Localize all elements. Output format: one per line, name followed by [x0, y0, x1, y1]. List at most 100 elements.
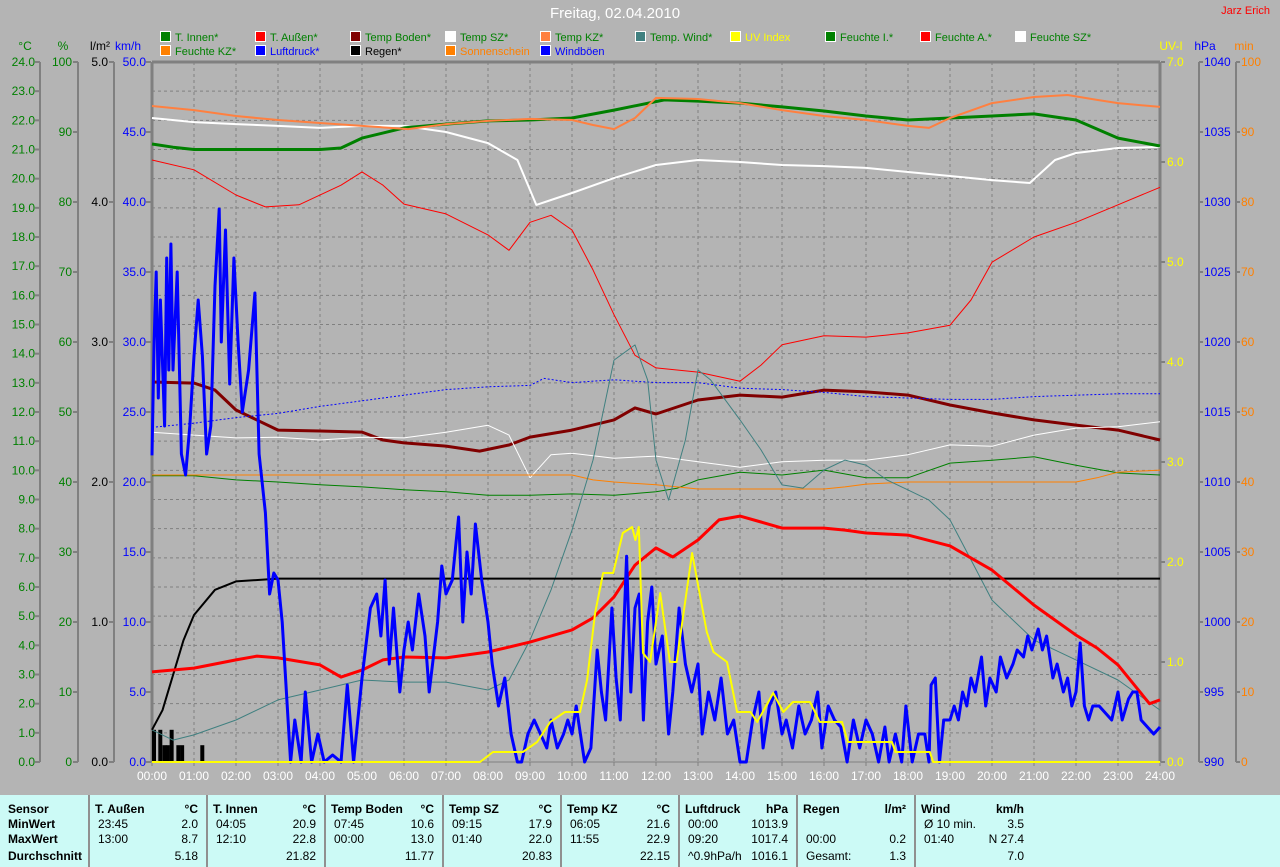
axis-tick-label: 23.0	[12, 84, 36, 98]
axis-tick-label: 50	[1241, 405, 1255, 419]
column-unit: °C	[538, 802, 552, 816]
stat-value: 22.9	[646, 832, 670, 846]
axis-tick-label: 8.0	[18, 522, 35, 536]
stat-time: 00:00	[688, 817, 719, 831]
legend-item: Windböen	[540, 45, 605, 58]
axis-tick-label: 1.0	[18, 726, 35, 740]
column-divider	[442, 795, 444, 867]
series-line-luftdruck	[151, 377, 1160, 428]
legend-swatch-icon	[920, 31, 931, 42]
stat-time: 13:00	[98, 832, 129, 846]
x-axis-tick-label: 00:00	[137, 769, 167, 783]
column-header: Regen	[803, 802, 840, 816]
legend-label: Temp SZ*	[460, 32, 509, 44]
stat-time: 12:10	[216, 832, 247, 846]
legend-item: Sonnenschein	[445, 45, 530, 58]
x-axis-tick-label: 01:00	[179, 769, 209, 783]
axis-tick-label: 2.0	[1167, 555, 1184, 569]
legend-label: T. Innen*	[175, 32, 219, 44]
stat-value: 5.18	[174, 849, 198, 863]
axis-tick-label: 1030	[1204, 195, 1231, 209]
column-divider	[560, 795, 562, 867]
axis-tick-label: 14.0	[12, 347, 36, 361]
stat-value: 8.7	[181, 832, 198, 846]
axis-tick-label: 10	[1241, 685, 1255, 699]
author-label: Jarz Erich	[1221, 5, 1270, 17]
axis-tick-label: 1020	[1204, 335, 1231, 349]
legend-item: Temp. Wind*	[635, 31, 712, 44]
legend-item: Luftdruck*	[255, 45, 320, 58]
sensor-header: Sensor	[8, 802, 49, 816]
axis-tick-label: 0	[1241, 755, 1248, 769]
x-axis-tick-label: 11:00	[599, 769, 628, 783]
axis-tick-label: 0.0	[18, 755, 35, 769]
legend-swatch-icon	[635, 31, 646, 42]
axis-unit-press: hPa	[1194, 39, 1216, 53]
stat-time: 04:05	[216, 817, 247, 831]
axis-tick-label: 50.0	[123, 55, 147, 69]
legend-label: Temp. Wind*	[650, 32, 713, 44]
x-axis-tick-label: 17:00	[851, 769, 881, 783]
legend-swatch-icon	[445, 31, 456, 42]
x-axis-tick-label: 20:00	[977, 769, 1007, 783]
column-unit: °C	[656, 802, 670, 816]
axis-tick-label: 40	[1241, 475, 1255, 489]
legend-swatch-icon	[255, 45, 266, 56]
axis-tick-label: 80	[59, 195, 73, 209]
axis-tick-label: 7.0	[18, 551, 35, 565]
rain-bar	[180, 745, 185, 762]
axis-tick-label: 35.0	[123, 265, 147, 279]
rain-bar	[169, 729, 174, 762]
legend-swatch-icon	[350, 31, 361, 42]
axis-tick-label: 19.0	[12, 201, 36, 215]
legend-swatch-icon	[160, 31, 171, 42]
stat-value: 2.0	[181, 817, 198, 831]
axis-unit-wind: km/h	[115, 39, 141, 53]
legend-swatch-icon	[540, 45, 551, 56]
stat-value: 17.9	[528, 817, 552, 831]
column-unit: l/m²	[884, 802, 906, 816]
legend-label: Feuchte KZ*	[175, 46, 237, 58]
axis-tick-label: 1005	[1204, 545, 1231, 559]
axis-tick-label: 20.0	[123, 475, 147, 489]
legend-label: Feuchte A.*	[935, 32, 992, 44]
axis-tick-label: 0.0	[1167, 755, 1184, 769]
axis-tick-label: 1035	[1204, 125, 1231, 139]
stat-time: 23:45	[98, 817, 129, 831]
axis-tick-label: 0	[65, 755, 72, 769]
axis-tick-label: 3.0	[91, 335, 108, 349]
column-header: Wind	[921, 802, 951, 816]
row-label: MaxWert	[8, 832, 58, 846]
axis-tick-label: 60	[59, 335, 73, 349]
legend-swatch-icon	[445, 45, 456, 56]
legend-item: T. Innen*	[160, 31, 218, 44]
row-label: Durchschnitt	[8, 849, 83, 863]
stat-value: 1013.9	[751, 817, 788, 831]
axis-tick-label: 50	[59, 405, 73, 419]
legend-item: Temp KZ*	[540, 31, 603, 44]
axis-tick-label: 0.0	[91, 755, 108, 769]
column-unit: km/h	[995, 802, 1024, 816]
stat-value: 10.6	[410, 817, 434, 831]
axis-tick-label: 60	[1241, 335, 1255, 349]
stat-time: 11:55	[570, 832, 600, 846]
legend-label: Regen*	[365, 46, 402, 58]
x-axis-tick-label: 15:00	[767, 769, 797, 783]
stat-value: 1.3	[889, 849, 906, 863]
stat-time: 01:40	[452, 832, 483, 846]
legend-label: Feuchte I.*	[840, 32, 894, 44]
rain-bar	[165, 745, 170, 762]
stat-time: 01:40	[924, 832, 955, 846]
x-axis-tick-label: 08:00	[473, 769, 503, 783]
legend-swatch-icon	[730, 31, 741, 42]
series-line-temp-sz	[151, 117, 1161, 206]
stat-value: 13.0	[410, 832, 434, 846]
stat-value: 21.6	[646, 817, 670, 831]
stat-value: 22.8	[292, 832, 316, 846]
axis-tick-label: 995	[1204, 685, 1224, 699]
stat-value: 22.0	[528, 832, 552, 846]
axis-tick-label: 1010	[1204, 475, 1231, 489]
axis-tick-label: 70	[1241, 265, 1255, 279]
axis-unit-uv: UV-I	[1159, 39, 1182, 53]
axis-tick-label: 90	[1241, 125, 1255, 139]
